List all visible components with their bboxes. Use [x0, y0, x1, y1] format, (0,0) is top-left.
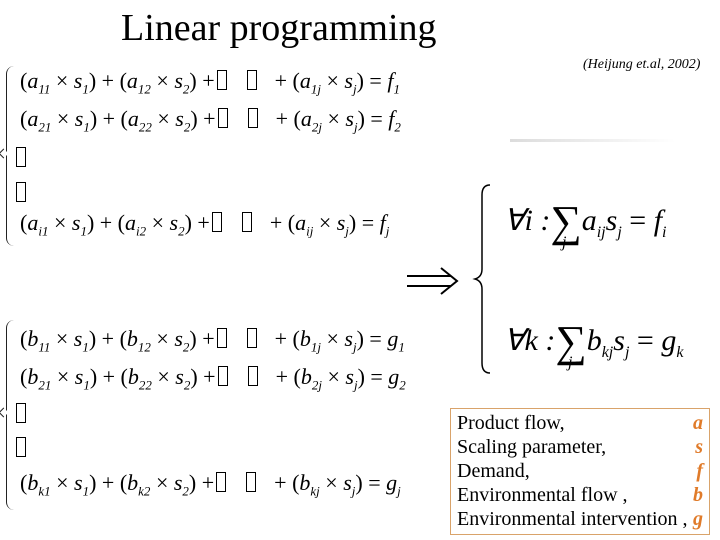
variable-index: j	[617, 224, 622, 241]
rhs: g	[661, 324, 677, 357]
legend-symbol: g	[693, 508, 703, 530]
coef-index: kj	[601, 344, 614, 361]
implies-arrow-icon	[407, 267, 459, 295]
rhs: f	[653, 204, 663, 237]
quantifier: ∀k :	[504, 324, 556, 357]
equation-row: (a11 × s1) + (a12 × s2) + + (a1j × sj) = …	[20, 68, 400, 97]
placeholder-box-icon	[246, 70, 257, 90]
legend-item: Environmental intervention ,g	[457, 507, 703, 531]
legend-label: Environmental intervention ,	[457, 508, 688, 530]
placeholder-box-icon	[246, 328, 257, 348]
placeholder-box-icon	[16, 182, 26, 202]
legend-symbol: a	[693, 412, 703, 434]
placeholder-box-icon	[16, 437, 26, 457]
quantifier: ∀i :	[504, 204, 551, 237]
rhs-index: k	[676, 344, 684, 361]
coef: a	[581, 204, 597, 237]
variable: s	[605, 204, 618, 237]
left-brace-icon	[472, 184, 491, 374]
placeholder-box-icon	[246, 472, 257, 492]
legend-label: Product flow,	[457, 412, 565, 434]
coef: b	[586, 324, 602, 357]
placeholder-box-icon	[211, 212, 222, 232]
ellipsis-placeholder	[14, 437, 28, 460]
legend-symbol: s	[695, 436, 703, 458]
legend-label: Demand,	[457, 460, 530, 482]
placeholder-box-icon	[16, 147, 26, 167]
legend-label: Scaling parameter,	[457, 436, 607, 458]
placeholder-box-icon	[16, 403, 26, 423]
coef-index: ij	[596, 224, 606, 241]
ellipsis-placeholder	[14, 182, 28, 205]
legend-box: Product flow, a Scaling parameter, s Deman…	[450, 408, 710, 535]
ellipsis-placeholder	[14, 147, 28, 170]
placeholder-box-icon	[216, 472, 227, 492]
legend-symbol: f	[696, 460, 703, 482]
legend-item: Scaling parameter, s	[457, 435, 703, 459]
variable: s	[613, 324, 625, 357]
summation-equation-a: ∀i :∑aijsj = fi j	[504, 197, 667, 251]
placeholder-box-icon	[247, 108, 258, 128]
placeholder-box-icon	[217, 366, 228, 386]
legend-symbol: b	[693, 484, 703, 506]
legend-item: Demand, f	[457, 459, 703, 483]
summation-equation-b: ∀k :∑bkjsj = gk j	[504, 317, 684, 371]
placeholder-box-icon	[216, 70, 227, 90]
divider-line	[510, 139, 675, 142]
sum-index: j	[562, 234, 567, 251]
legend-label: Environmental flow ,	[457, 484, 628, 506]
placeholder-box-icon	[217, 108, 228, 128]
placeholder-box-icon	[247, 366, 258, 386]
placeholder-box-icon	[241, 212, 252, 232]
equation-row: (ai1 × s1) + (ai2 × s2) + + (aij × sj) = …	[20, 210, 390, 239]
placeholder-box-icon	[216, 328, 227, 348]
equation-row: (b21 × s1) + (b22 × s2) + + (b2j × sj) = …	[20, 364, 406, 393]
equation-row: (a21 × s1) + (a22 × s2) + + (a2j × sj) = …	[20, 106, 401, 135]
ellipsis-placeholder	[14, 403, 28, 426]
legend-item: Environmental flow , b	[457, 483, 703, 507]
sum-index: j	[568, 354, 573, 371]
variable-index: j	[624, 344, 630, 361]
equation-row: (b11 × s1) + (b12 × s2) + + (b1j × sj) = …	[20, 326, 405, 355]
citation: (Heijung et.al, 2002)	[583, 57, 701, 72]
legend-item: Product flow, a	[457, 411, 703, 435]
equation-row: (bk1 × s1) + (bk2 × s2) + + (bkj × sj) = …	[20, 470, 401, 499]
slide-title: Linear programming	[121, 7, 437, 49]
rhs-index: i	[662, 224, 667, 241]
